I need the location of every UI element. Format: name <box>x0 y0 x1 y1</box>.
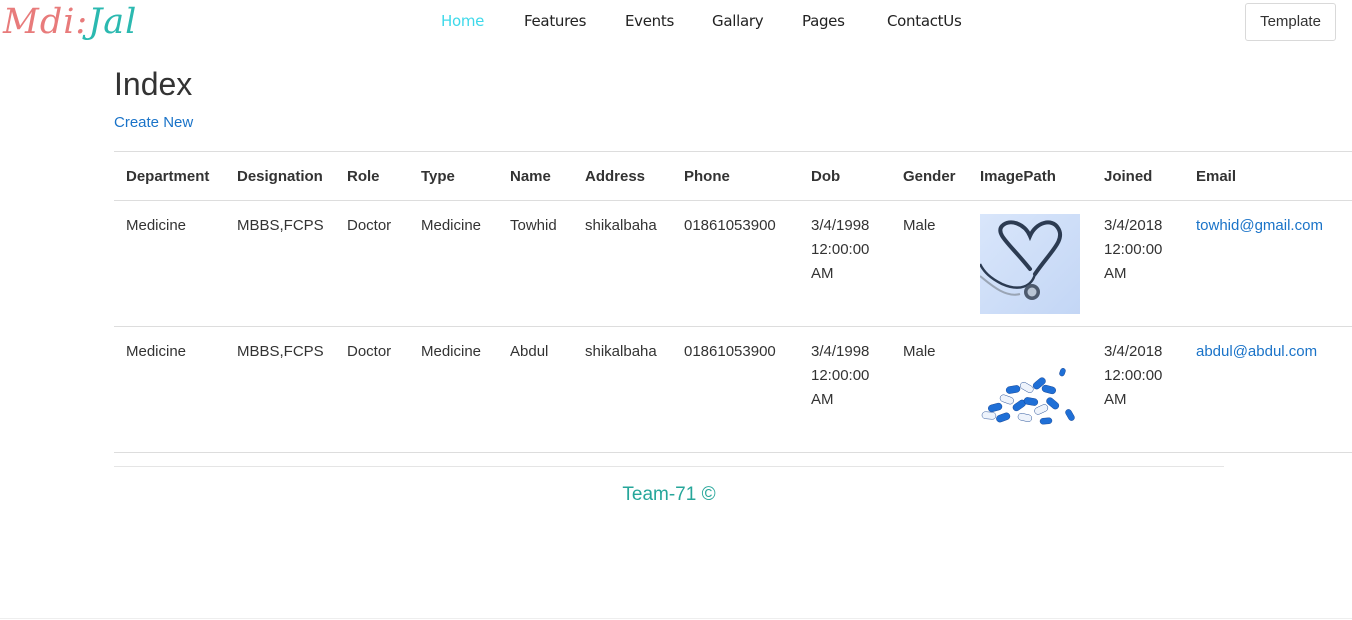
cell-phone: 01861053900 <box>672 326 799 453</box>
cell-department: Medicine <box>114 200 225 327</box>
nav-home-link[interactable]: Home <box>441 12 484 30</box>
blue-capsules-image <box>980 340 1080 440</box>
nav-pages-link[interactable]: Pages <box>802 12 845 30</box>
header-address: Address <box>573 151 672 201</box>
cell-address: shikalbaha <box>573 200 672 327</box>
template-button[interactable]: Template <box>1245 3 1336 41</box>
cell-image <box>968 326 1092 453</box>
cell-dob: 3/4/1998 12:00:00 AM <box>799 326 891 453</box>
header-gender: Gender <box>891 151 968 201</box>
cell-joined: 3/4/2018 12:00:00 AM <box>1092 326 1184 453</box>
header-phone: Phone <box>672 151 799 201</box>
cell-name: Towhid <box>498 200 573 327</box>
cell-role: Doctor <box>335 326 409 453</box>
doctors-table: Department Designation Role Type Name Ad… <box>114 151 1352 453</box>
dob-text: 3/4/1998 12:00:00 AM <box>811 343 870 408</box>
header-type: Type <box>409 151 498 201</box>
header-role: Role <box>335 151 409 201</box>
cell-gender: Male <box>891 326 968 453</box>
nav-gallary-link[interactable]: Gallary <box>712 12 764 30</box>
header-designation: Designation <box>225 151 335 201</box>
cell-department: Medicine <box>114 326 225 453</box>
create-new-link[interactable]: Create New <box>114 114 193 131</box>
header-imagepath: ImagePath <box>968 151 1092 201</box>
header-email: Email <box>1184 151 1352 201</box>
joined-text: 3/4/2018 12:00:00 AM <box>1104 217 1163 282</box>
cell-name: Abdul <box>498 326 573 453</box>
header-joined: Joined <box>1092 151 1184 201</box>
header-department: Department <box>114 151 225 201</box>
cell-phone: 01861053900 <box>672 200 799 327</box>
cell-type: Medicine <box>409 200 498 327</box>
footer-divider <box>114 466 1224 467</box>
footer-text: Team-71 © <box>622 484 716 505</box>
cell-gender: Male <box>891 200 968 327</box>
header-dob: Dob <box>799 151 891 201</box>
table-header-row: Department Designation Role Type Name Ad… <box>114 151 1352 201</box>
nav-contactus-link[interactable]: ContactUs <box>887 12 962 30</box>
table-row: Medicine MBBS,FCPS Doctor Medicine Towhi… <box>114 200 1352 327</box>
table-row: Medicine MBBS,FCPS Doctor Medicine Abdul… <box>114 326 1352 453</box>
cell-image <box>968 200 1092 327</box>
cell-type: Medicine <box>409 326 498 453</box>
cell-joined: 3/4/2018 12:00:00 AM <box>1092 200 1184 327</box>
nav-features-link[interactable]: Features <box>524 12 586 30</box>
joined-text: 3/4/2018 12:00:00 AM <box>1104 343 1163 408</box>
email-link[interactable]: towhid@gmail.com <box>1196 217 1323 234</box>
page-title: Index <box>114 66 193 102</box>
cell-dob: 3/4/1998 12:00:00 AM <box>799 200 891 327</box>
dob-text: 3/4/1998 12:00:00 AM <box>811 217 870 282</box>
cell-designation: MBBS,FCPS <box>225 200 335 327</box>
cell-email: towhid@gmail.com <box>1184 200 1352 327</box>
cell-role: Doctor <box>335 200 409 327</box>
header-name: Name <box>498 151 573 201</box>
cell-designation: MBBS,FCPS <box>225 326 335 453</box>
page-bottom-divider <box>0 618 1352 619</box>
navbar: Mdi:Jal Home Features Events Gallary Pag… <box>0 0 1352 46</box>
email-link[interactable]: abdul@abdul.com <box>1196 343 1317 360</box>
cell-email: abdul@abdul.com <box>1184 326 1352 453</box>
nav-events-link[interactable]: Events <box>625 12 674 30</box>
cell-address: shikalbaha <box>573 326 672 453</box>
stethoscope-heart-image <box>980 214 1080 314</box>
main-nav: Home Features Events Gallary Pages Conta… <box>0 12 1352 32</box>
